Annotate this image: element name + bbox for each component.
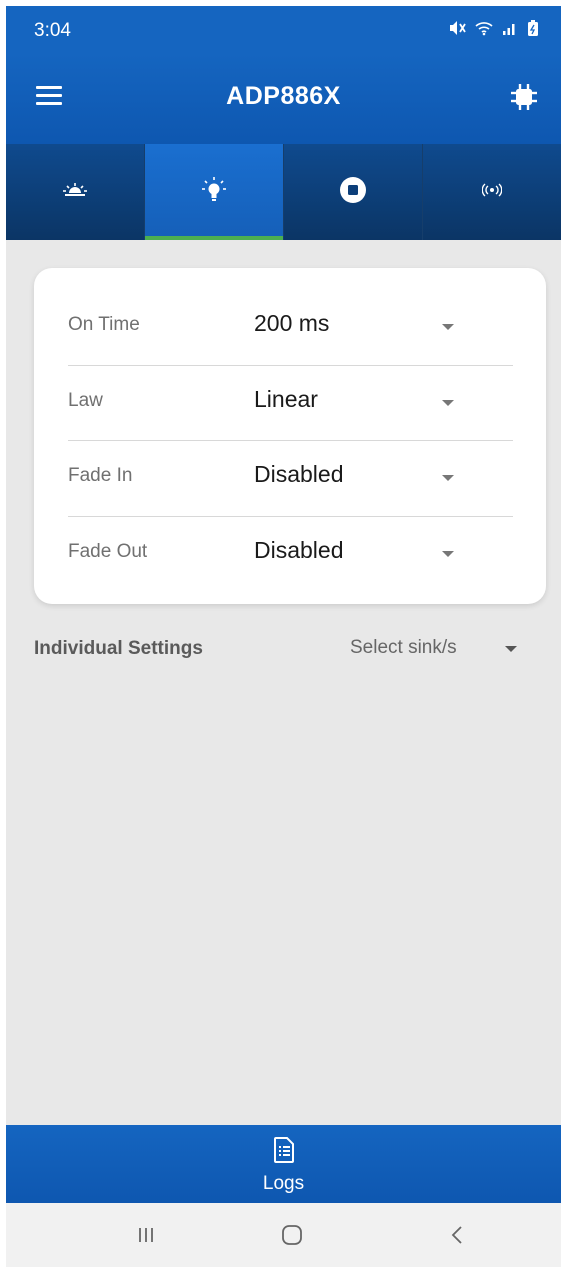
back-button[interactable]: [418, 1203, 498, 1267]
status-bar: 3:04: [6, 6, 561, 54]
dropdown-arrow-icon: [442, 400, 454, 406]
home-button[interactable]: [252, 1203, 332, 1267]
setting-value: 200 ms: [254, 310, 330, 336]
setting-value: Linear: [254, 386, 318, 412]
setting-label: Fade In: [68, 465, 133, 486]
individual-settings-label: Individual Settings: [34, 638, 203, 659]
setting-row-fade-in[interactable]: Fade In Disabled: [68, 441, 513, 516]
status-time: 3:04: [34, 20, 71, 41]
dropdown-arrow-icon: [442, 551, 454, 557]
dropdown-arrow-icon: [505, 646, 517, 652]
setting-label: On Time: [68, 314, 140, 335]
recent-apps-button[interactable]: [106, 1203, 186, 1267]
logs-icon: [274, 1137, 294, 1168]
wifi-icon: [475, 20, 493, 42]
setting-value: Disabled: [254, 537, 344, 563]
setting-label: Fade Out: [68, 541, 148, 562]
status-icons: [448, 19, 539, 43]
lightbulb-icon: [202, 176, 226, 208]
setting-label: Law: [68, 390, 103, 411]
setting-row-fade-out[interactable]: Fade Out Disabled: [68, 517, 513, 592]
tab-sunrise[interactable]: [6, 144, 145, 240]
app-title: ADP886X: [226, 82, 341, 110]
setting-row-on-time[interactable]: On Time 200 ms: [68, 290, 513, 365]
logs-label: Logs: [262, 1173, 305, 1194]
logs-button[interactable]: Logs: [6, 1125, 561, 1203]
battery-icon: [527, 19, 539, 43]
setting-row-law[interactable]: Law Linear: [68, 366, 513, 441]
content-area: On Time 200 ms Law Linear Fade In Disabl…: [6, 240, 561, 1125]
phone-screen: 3:04 ADP886X On Time 200 ms Law Linear F…: [0, 0, 567, 1267]
dropdown-arrow-icon: [442, 475, 454, 481]
tab-bar: [6, 144, 561, 240]
mute-icon: [448, 20, 466, 42]
app-bar: ADP886X: [6, 54, 561, 144]
tab-broadcast[interactable]: [423, 144, 561, 240]
tab-stop[interactable]: [284, 144, 423, 240]
sink-select-dropdown[interactable]: Select sink/s: [350, 634, 530, 666]
chip-icon[interactable]: [509, 82, 539, 117]
settings-card: On Time 200 ms Law Linear Fade In Disabl…: [34, 268, 546, 604]
tab-lightbulb[interactable]: [145, 144, 284, 240]
sunrise-icon: [63, 182, 87, 202]
stop-icon: [339, 176, 367, 209]
signal-icon: [502, 20, 518, 42]
broadcast-icon: [481, 182, 503, 202]
system-nav-bar: [6, 1203, 561, 1267]
setting-value: Disabled: [254, 461, 344, 487]
dropdown-arrow-icon: [442, 324, 454, 330]
sink-select-value: Select sink/s: [350, 637, 457, 658]
